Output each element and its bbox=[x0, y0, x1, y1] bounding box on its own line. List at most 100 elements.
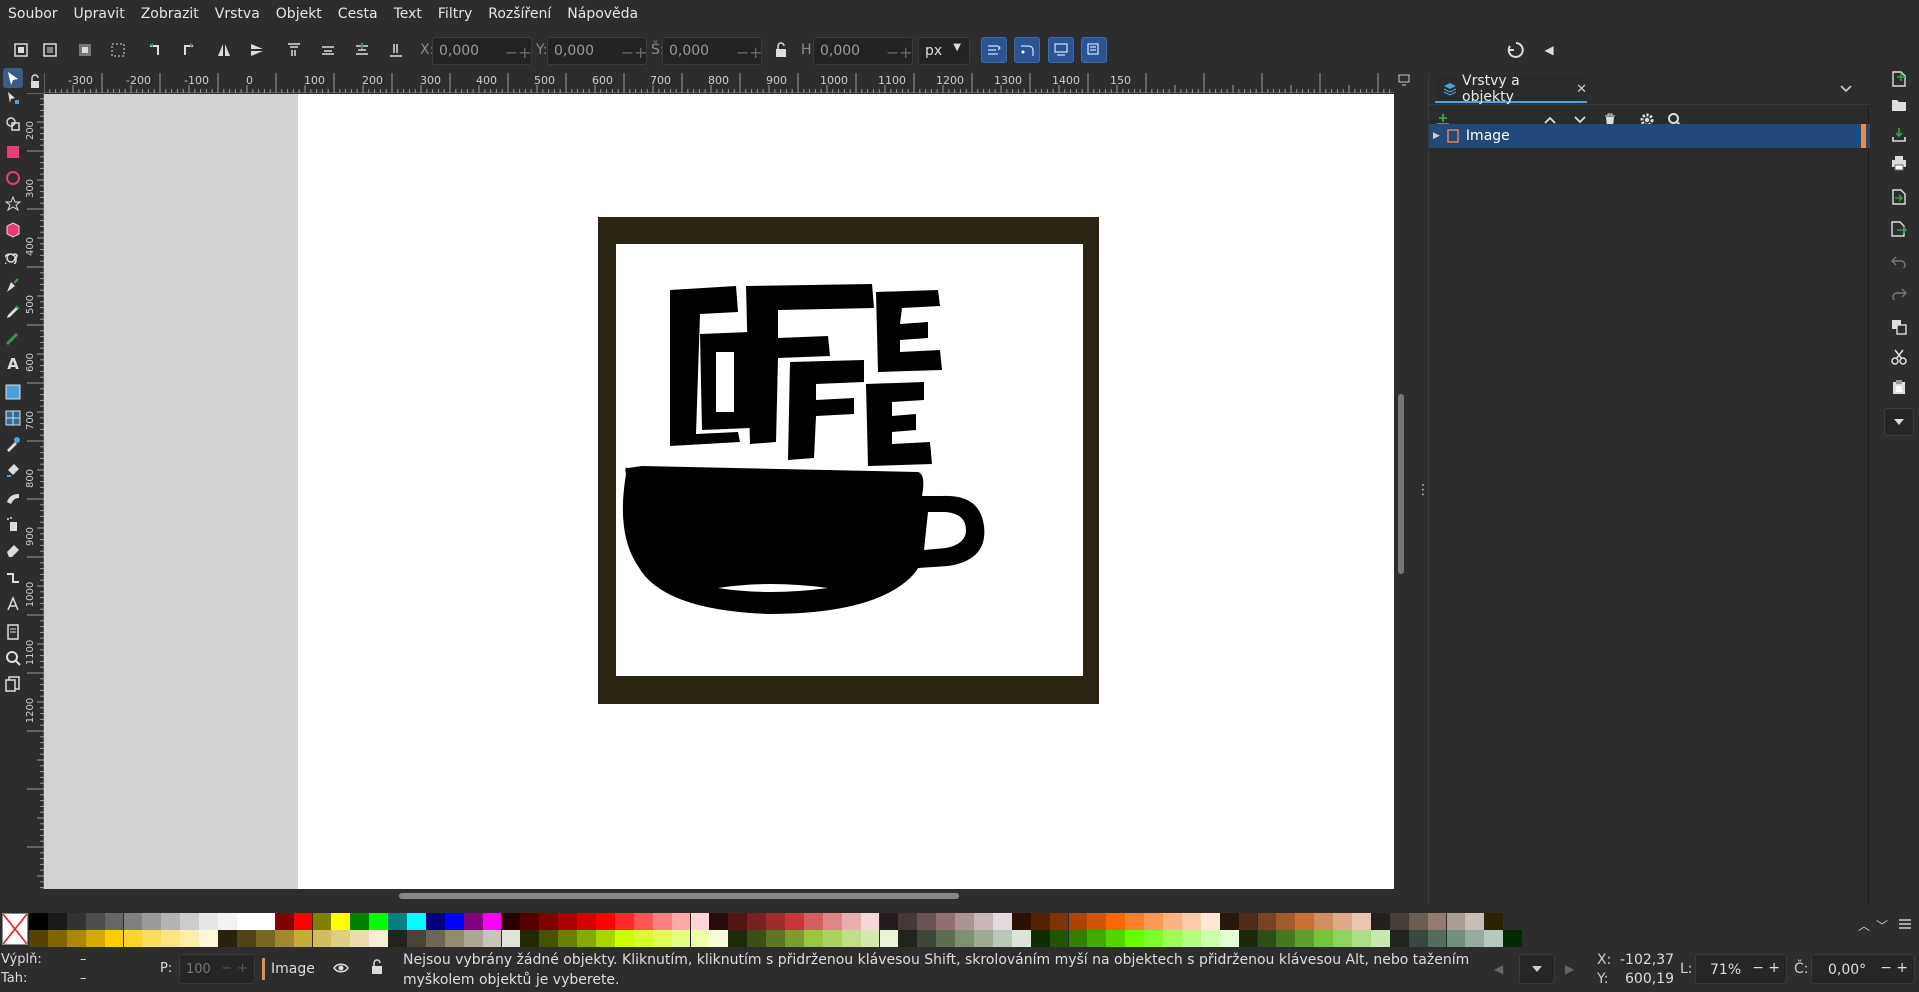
color-swatch[interactable] bbox=[860, 913, 880, 930]
color-swatch[interactable] bbox=[29, 913, 48, 930]
color-swatch[interactable] bbox=[1163, 930, 1182, 947]
color-swatch[interactable] bbox=[539, 930, 559, 947]
canvas[interactable] bbox=[44, 94, 1394, 889]
color-swatch[interactable] bbox=[633, 913, 653, 930]
color-swatch[interactable] bbox=[671, 930, 691, 947]
color-swatch[interactable] bbox=[1370, 913, 1390, 930]
raise-icon[interactable] bbox=[315, 37, 341, 63]
opacity-field[interactable]: 100− + bbox=[179, 954, 255, 984]
menu-zobrazit[interactable]: Zobrazit bbox=[133, 0, 207, 28]
color-swatch[interactable] bbox=[860, 930, 880, 947]
color-swatch[interactable] bbox=[1276, 913, 1296, 930]
color-swatch[interactable] bbox=[161, 930, 181, 947]
color-swatch[interactable] bbox=[425, 913, 445, 930]
color-swatch[interactable] bbox=[936, 913, 956, 930]
color-swatch[interactable] bbox=[1068, 930, 1088, 947]
color-swatch[interactable] bbox=[1484, 913, 1504, 930]
color-swatch[interactable] bbox=[369, 930, 389, 947]
stroke-value[interactable]: – bbox=[80, 971, 87, 986]
color-swatch[interactable] bbox=[47, 913, 67, 930]
color-swatch[interactable] bbox=[596, 913, 615, 930]
color-swatch[interactable] bbox=[917, 930, 937, 947]
color-swatch[interactable] bbox=[1125, 913, 1145, 930]
open-folder-icon[interactable] bbox=[1888, 94, 1910, 116]
color-swatch[interactable] bbox=[274, 930, 294, 947]
color-swatch[interactable] bbox=[1503, 930, 1523, 947]
menu-upravit[interactable]: Upravit bbox=[66, 0, 133, 28]
color-swatch[interactable] bbox=[1352, 930, 1371, 947]
color-swatch[interactable] bbox=[501, 913, 521, 930]
cut-icon[interactable] bbox=[1888, 346, 1910, 368]
rotate-plus-icon[interactable]: + bbox=[1896, 960, 1908, 976]
color-swatch[interactable] bbox=[142, 913, 162, 930]
color-swatch[interactable] bbox=[690, 930, 710, 947]
page[interactable] bbox=[298, 94, 1394, 889]
color-swatch[interactable] bbox=[1257, 930, 1277, 947]
lower-to-bottom-icon[interactable] bbox=[383, 37, 409, 63]
color-swatch[interactable] bbox=[728, 913, 748, 930]
menu-text[interactable]: Text bbox=[386, 0, 430, 28]
color-swatch[interactable] bbox=[123, 930, 143, 947]
color-swatch[interactable] bbox=[879, 930, 899, 947]
no-paint-swatch[interactable] bbox=[2, 913, 28, 945]
color-swatch[interactable] bbox=[312, 913, 332, 930]
color-swatch[interactable] bbox=[199, 930, 218, 947]
x-plus-icon[interactable]: + bbox=[518, 43, 531, 62]
color-swatch[interactable] bbox=[709, 930, 729, 947]
color-swatch[interactable] bbox=[1011, 913, 1031, 930]
color-swatch[interactable] bbox=[444, 913, 464, 930]
menu-napoveda[interactable]: Nápověda bbox=[559, 0, 646, 28]
color-swatch[interactable] bbox=[255, 930, 275, 947]
tab-layers-objects[interactable]: Vrstvy a objekty ✕ bbox=[1435, 73, 1587, 105]
color-swatch[interactable] bbox=[1181, 913, 1201, 930]
vertical-scroll-thumb[interactable] bbox=[1398, 394, 1404, 574]
color-swatch[interactable] bbox=[520, 930, 540, 947]
color-swatch[interactable] bbox=[274, 913, 294, 930]
color-swatch[interactable] bbox=[633, 930, 653, 947]
move-patterns-icon[interactable] bbox=[1081, 37, 1107, 63]
rotate-minus-icon[interactable]: − bbox=[1880, 960, 1892, 976]
flip-horizontal-icon[interactable] bbox=[211, 37, 237, 63]
color-swatch[interactable] bbox=[501, 930, 521, 947]
color-swatch[interactable] bbox=[785, 930, 804, 947]
color-swatch[interactable] bbox=[1295, 930, 1315, 947]
color-swatch[interactable] bbox=[955, 930, 974, 947]
select-all-layers-icon[interactable] bbox=[37, 37, 63, 63]
color-swatch[interactable] bbox=[803, 913, 823, 930]
horizontal-scrollbar[interactable] bbox=[44, 889, 1394, 901]
color-swatch[interactable] bbox=[1087, 930, 1107, 947]
lock-ratio-icon[interactable] bbox=[768, 37, 794, 63]
menu-cesta[interactable]: Cesta bbox=[330, 0, 386, 28]
rotate-cw-icon[interactable] bbox=[175, 37, 201, 63]
color-swatch[interactable] bbox=[577, 930, 596, 947]
color-swatch[interactable] bbox=[47, 930, 67, 947]
selector-tool-icon[interactable] bbox=[3, 68, 23, 88]
unit-select[interactable]: px ▼ bbox=[918, 37, 970, 65]
rotate-ccw-icon[interactable] bbox=[142, 37, 168, 63]
color-swatch[interactable] bbox=[766, 930, 785, 947]
zoom-minus-icon[interactable]: − bbox=[1752, 960, 1764, 976]
text-tool-icon[interactable]: A bbox=[3, 354, 23, 374]
color-swatch[interactable] bbox=[822, 930, 842, 947]
color-swatch[interactable] bbox=[66, 913, 86, 930]
color-swatch[interactable] bbox=[407, 913, 426, 930]
pages-list-icon[interactable] bbox=[3, 674, 23, 694]
move-gradients-icon[interactable] bbox=[1048, 37, 1074, 63]
color-swatch[interactable] bbox=[161, 913, 181, 930]
select-all-icon[interactable] bbox=[8, 37, 34, 63]
tweak-tool-icon[interactable] bbox=[3, 488, 23, 508]
print-icon[interactable] bbox=[1888, 152, 1910, 174]
fill-value[interactable]: – bbox=[80, 952, 87, 967]
color-swatch[interactable] bbox=[218, 913, 237, 930]
color-swatch[interactable] bbox=[180, 913, 200, 930]
color-swatch[interactable] bbox=[1238, 913, 1258, 930]
color-swatch[interactable] bbox=[558, 913, 578, 930]
color-swatch[interactable] bbox=[142, 930, 162, 947]
deselect-icon[interactable] bbox=[105, 37, 131, 63]
color-swatch[interactable] bbox=[218, 930, 237, 947]
collapse-left-icon[interactable]: ◀ bbox=[1536, 37, 1562, 63]
color-swatch[interactable] bbox=[104, 930, 124, 947]
color-swatch[interactable] bbox=[1219, 930, 1239, 947]
color-swatch[interactable] bbox=[331, 930, 351, 947]
color-swatch[interactable] bbox=[1314, 913, 1334, 930]
